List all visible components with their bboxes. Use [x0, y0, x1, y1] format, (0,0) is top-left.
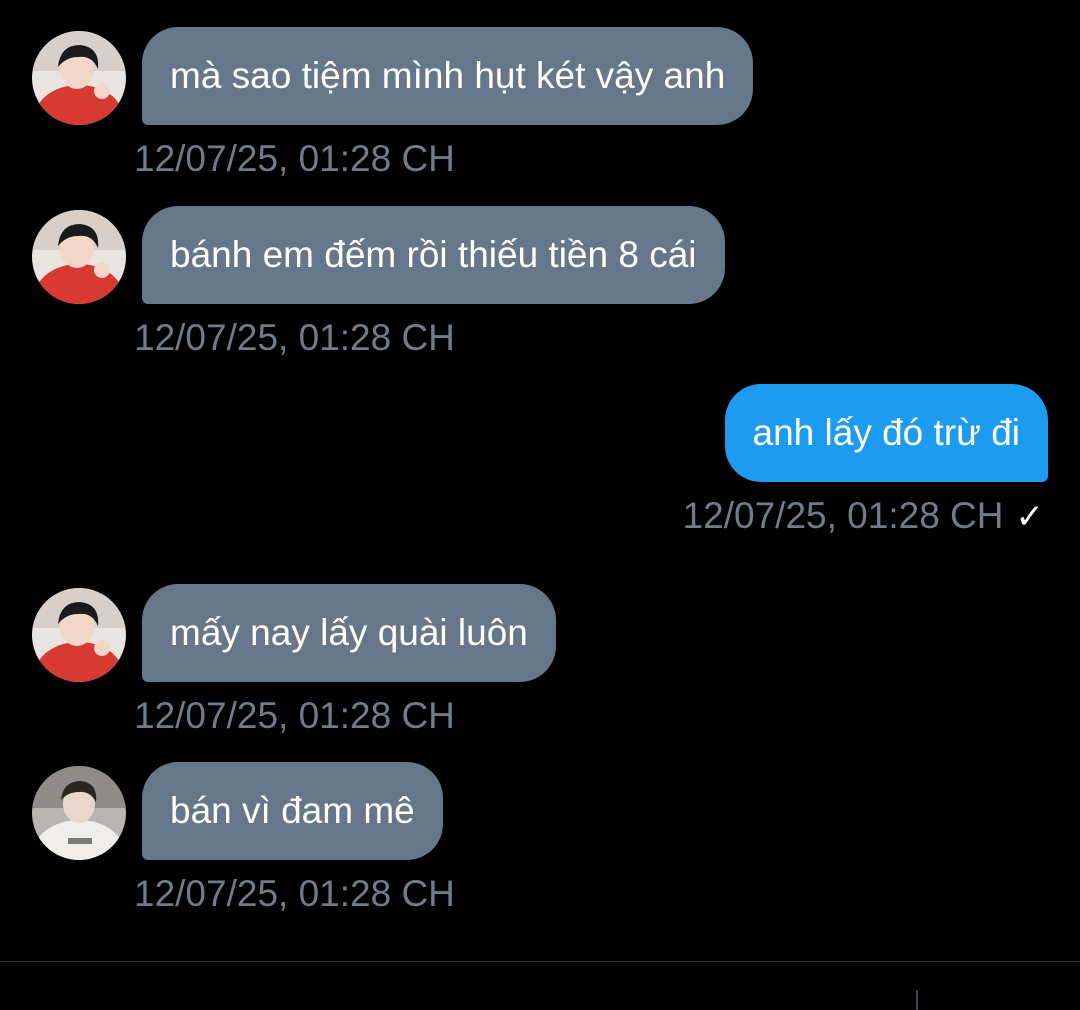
message-timestamp: 12/07/25, 01:28 CH: [134, 873, 455, 914]
message-composer[interactable]: [0, 962, 1080, 1010]
incoming-message-bubble[interactable]: mấy nay lấy quài luôn: [142, 584, 556, 682]
avatar[interactable]: [32, 31, 126, 125]
message-timestamp: 12/07/25, 01:28 CH: [134, 317, 455, 358]
avatar-white-shirt-image: [32, 766, 126, 860]
avatar-red-shirt-image: [32, 31, 126, 125]
avatar[interactable]: [32, 210, 126, 304]
incoming-message-bubble[interactable]: bán vì đam mê: [142, 762, 443, 860]
outgoing-message-bubble[interactable]: anh lấy đó trừ đi: [724, 384, 1048, 482]
message-timestamp: 12/07/25, 01:28 CH: [134, 695, 455, 736]
avatar[interactable]: [32, 588, 126, 682]
avatar-red-shirt-image: [32, 210, 126, 304]
checkmark-icon: ✓: [1015, 498, 1045, 536]
incoming-message-bubble[interactable]: mà sao tiệm mình hụt két vậy anh: [142, 27, 754, 125]
message-timestamp: 12/07/25, 01:28 CH: [134, 138, 455, 179]
message-timestamp: 12/07/25, 01:28 CH ✓: [683, 496, 1044, 537]
incoming-message-bubble[interactable]: bánh em đếm rồi thiếu tiền 8 cái: [142, 206, 725, 304]
avatar-red-shirt-image: [32, 588, 126, 682]
avatar[interactable]: [32, 766, 126, 860]
message-timestamp-text: 12/07/25, 01:28 CH: [682, 495, 1004, 536]
text-cursor: [916, 990, 918, 1010]
